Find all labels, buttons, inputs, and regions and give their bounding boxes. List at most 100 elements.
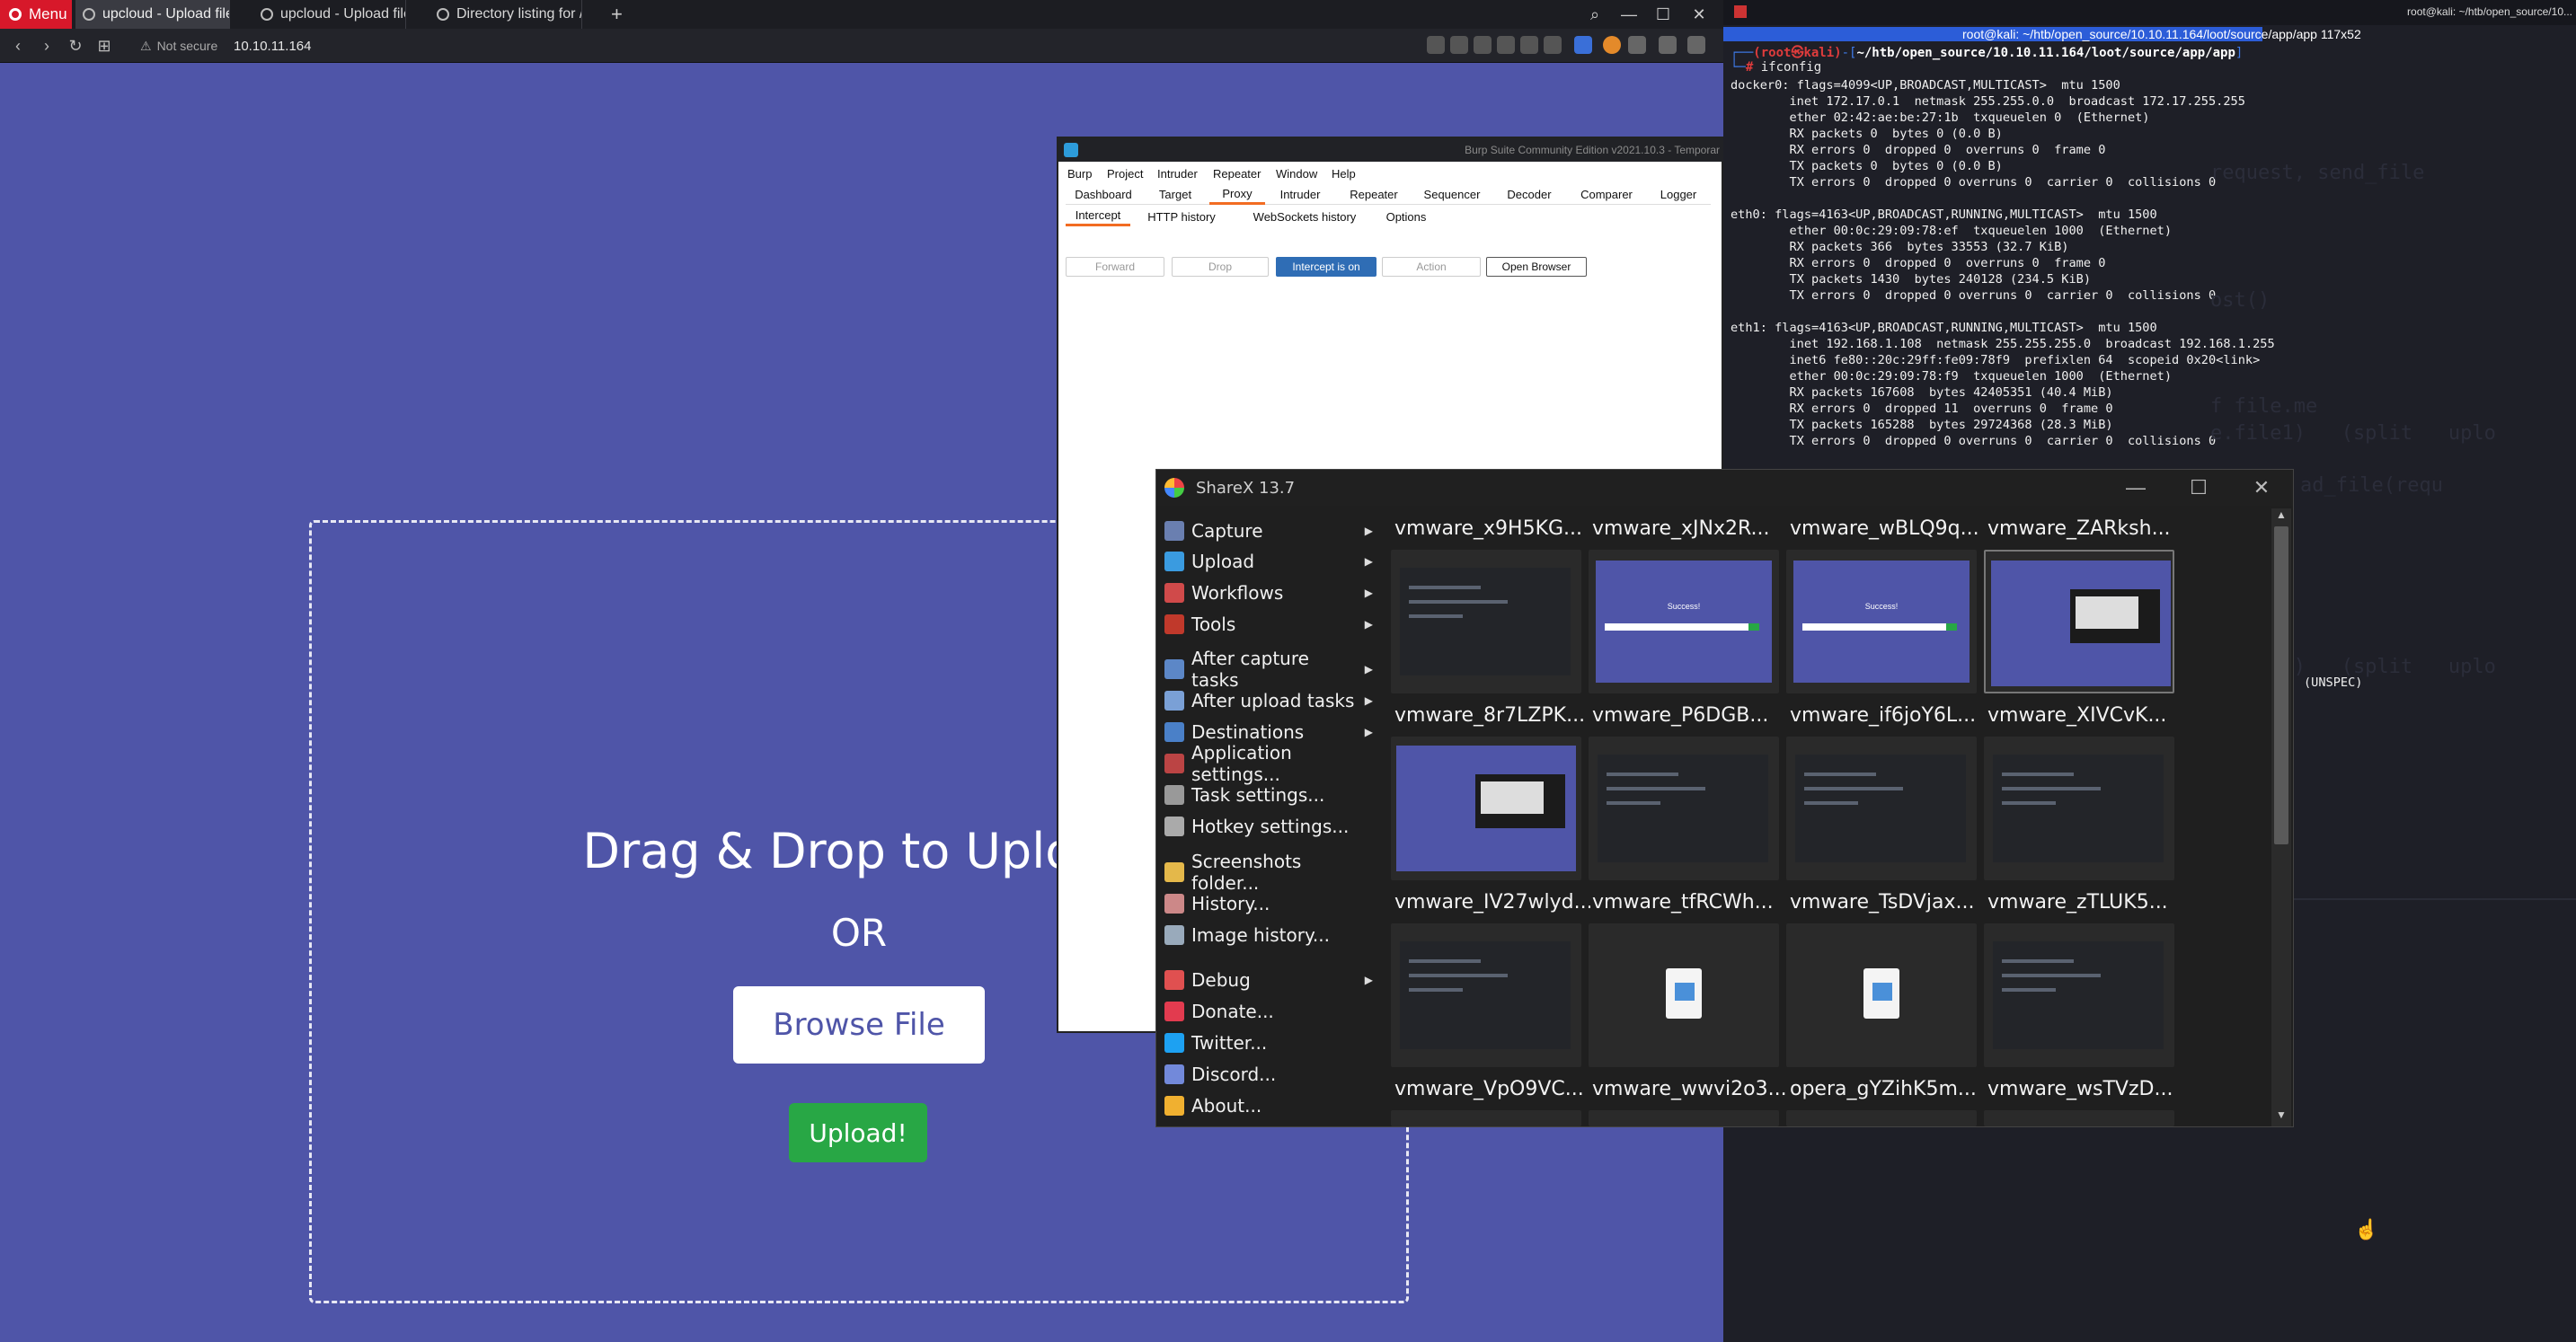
burp-subtab-intercept[interactable]: Intercept (1066, 207, 1130, 226)
history-item-thumbnail[interactable] (1391, 550, 1581, 693)
burp-menu-window[interactable]: Window (1276, 163, 1317, 183)
history-item-thumbnail[interactable] (1391, 737, 1581, 880)
sharex-close-icon[interactable]: ✕ (2230, 470, 2293, 506)
history-item-thumbnail[interactable] (1786, 923, 1977, 1067)
history-item-label[interactable]: vmware_8r7LZPK... (1394, 704, 1590, 733)
search-icon[interactable] (1427, 36, 1445, 54)
sharex-menu-twitter[interactable]: Twitter... (1164, 1028, 1373, 1058)
burp-action-button[interactable]: Action (1382, 257, 1481, 277)
history-item-thumbnail[interactable] (1589, 1110, 1779, 1126)
history-item-label[interactable]: vmware_ZARksh... (1987, 517, 2183, 546)
opera-menu-button[interactable]: Menu (0, 0, 72, 29)
sharex-menu-debug[interactable]: Debug ▶ (1164, 965, 1373, 995)
history-item-thumbnail[interactable]: Success! (1786, 550, 1977, 693)
history-item-label[interactable]: vmware_VpO9VC... (1394, 1078, 1590, 1107)
extensions-cube-icon[interactable] (1628, 36, 1646, 54)
sharex-menu-screenshots-folder[interactable]: Screenshots folder... (1164, 851, 1373, 894)
maximize-icon[interactable]: ☐ (1646, 0, 1680, 29)
forward-icon[interactable]: › (34, 29, 59, 63)
scroll-up-icon[interactable]: ▲ (2274, 508, 2288, 523)
tab-upcloud-2[interactable]: upcloud - Upload files (253, 0, 406, 29)
sharex-menu-application-settings[interactable]: Application settings... (1164, 742, 1373, 785)
sharex-menu-donate[interactable]: Donate... (1164, 996, 1373, 1027)
history-item-thumbnail[interactable] (1984, 923, 2174, 1067)
burp-tab-comparer[interactable]: Comparer (1567, 185, 1646, 205)
history-item-label[interactable]: vmware_if6joY6L... (1790, 704, 1986, 733)
sharex-menu-workflows[interactable]: Workflows ▶ (1164, 578, 1373, 608)
burp-tab-sequencer[interactable]: Sequencer (1412, 185, 1492, 205)
sharex-scrollbar-thumb[interactable] (2274, 526, 2288, 844)
burp-subtab-http-history[interactable]: HTTP history (1138, 207, 1226, 226)
sharex-minimize-icon[interactable]: — (2104, 470, 2167, 506)
history-item-label[interactable]: vmware_tfRCWh... (1592, 891, 1788, 920)
burp-forward-button[interactable]: Forward (1066, 257, 1164, 277)
sharex-menu-tools[interactable]: Tools ▶ (1164, 609, 1373, 640)
burp-tab-repeater[interactable]: Repeater (1335, 185, 1412, 205)
terminal-tab-active[interactable]: root@kali: ~/htb/open_source/10.10.11.16… (1723, 27, 2361, 41)
sharex-menu-upload[interactable]: Upload ▶ (1164, 546, 1373, 577)
sharex-menu-image-history[interactable]: Image history... (1164, 920, 1373, 950)
history-item-thumbnail[interactable]: Success! (1589, 550, 1779, 693)
history-item-label[interactable]: vmware_xJNx2R... (1592, 517, 1788, 546)
history-item-thumbnail[interactable] (1391, 923, 1581, 1067)
back-icon[interactable]: ‹ (5, 29, 31, 63)
burp-open-browser-button[interactable]: Open Browser (1486, 257, 1587, 277)
camera-icon[interactable] (1474, 36, 1492, 54)
translate-icon[interactable] (1450, 36, 1468, 54)
history-item-label[interactable]: vmware_wsTVzD... (1987, 1078, 2183, 1107)
history-item-label[interactable]: vmware_XIVCvK... (1987, 704, 2183, 733)
history-item-thumbnail[interactable] (1589, 923, 1779, 1067)
history-item-label[interactable]: vmware_wBLQ9q... (1790, 517, 1986, 546)
download-icon[interactable] (1659, 36, 1677, 54)
history-item-thumbnail[interactable] (1984, 550, 2174, 693)
history-item-label[interactable]: opera_gYZihK5m... (1790, 1078, 1986, 1107)
history-item-label[interactable]: vmware_IV27wlyd... (1394, 891, 1590, 920)
sharex-menu-after-upload-tasks[interactable]: After upload tasks ▶ (1164, 685, 1373, 716)
sharex-menu-about[interactable]: About... (1164, 1090, 1373, 1121)
history-item-thumbnail[interactable] (1391, 1110, 1581, 1126)
sharex-menu-hotkey-settings[interactable]: Hotkey settings... (1164, 811, 1373, 842)
burp-drop-button[interactable]: Drop (1172, 257, 1269, 277)
history-item-thumbnail[interactable] (1984, 1110, 2174, 1126)
send-icon[interactable] (1520, 36, 1538, 54)
security-warning[interactable]: ⚠ Not secure (140, 29, 217, 63)
burp-tab-proxy[interactable]: Proxy (1209, 185, 1265, 205)
browse-file-button[interactable]: Browse File (733, 986, 985, 1064)
close-icon[interactable]: ✕ (1682, 0, 1716, 29)
search-tabs-icon[interactable]: ⌕ (1578, 0, 1612, 29)
burp-subtab-websockets-history[interactable]: WebSockets history (1235, 207, 1375, 226)
history-item-thumbnail[interactable] (1589, 737, 1779, 880)
sharex-maximize-icon[interactable]: ☐ (2167, 470, 2230, 506)
history-item-label[interactable]: vmware_P6DGB... (1592, 704, 1788, 733)
sharex-menu-history[interactable]: History... (1164, 888, 1373, 919)
burp-tab-dashboard[interactable]: Dashboard (1066, 185, 1141, 205)
new-tab-button[interactable]: + (611, 0, 623, 29)
scroll-down-icon[interactable]: ▼ (2274, 1108, 2288, 1123)
history-item-label[interactable]: vmware_wwvi2o3... (1592, 1078, 1788, 1107)
burp-menu-project[interactable]: Project (1107, 163, 1143, 183)
heart-outline-icon[interactable] (1544, 36, 1562, 54)
bookmark-icon[interactable] (1497, 36, 1515, 54)
hamburger-menu-icon[interactable] (1687, 36, 1705, 54)
burp-tab-decoder[interactable]: Decoder (1492, 185, 1567, 205)
history-item-thumbnail[interactable] (1786, 737, 1977, 880)
burp-menu-help[interactable]: Help (1332, 163, 1356, 183)
history-item-label[interactable]: vmware_x9H5KG... (1394, 517, 1590, 546)
history-item-thumbnail[interactable] (1786, 1110, 1977, 1126)
extension-orange-icon[interactable] (1603, 36, 1621, 54)
history-item-thumbnail[interactable] (1984, 737, 2174, 880)
sharex-menu-after-capture-tasks[interactable]: After capture tasks ▶ (1164, 648, 1373, 691)
burp-menu-burp[interactable]: Burp (1067, 163, 1092, 183)
burp-tab-logger[interactable]: Logger (1646, 185, 1711, 205)
burp-intercept-toggle[interactable]: Intercept is on (1276, 257, 1377, 277)
burp-tab-target[interactable]: Target (1141, 185, 1209, 205)
url-field[interactable]: 10.10.11.164 (234, 29, 311, 63)
extension-blue-icon[interactable] (1574, 36, 1592, 54)
sharex-menu-task-settings[interactable]: Task settings... (1164, 780, 1373, 810)
burp-subtab-options[interactable]: Options (1378, 207, 1434, 226)
sharex-menu-discord[interactable]: Discord... (1164, 1059, 1373, 1090)
history-item-label[interactable]: vmware_zTLUK5... (1987, 891, 2183, 920)
history-item-label[interactable]: vmware_TsDVjax... (1790, 891, 1986, 920)
burp-menu-intruder[interactable]: Intruder (1157, 163, 1198, 183)
tab-directory-listing[interactable]: Directory listing for / (429, 0, 582, 29)
